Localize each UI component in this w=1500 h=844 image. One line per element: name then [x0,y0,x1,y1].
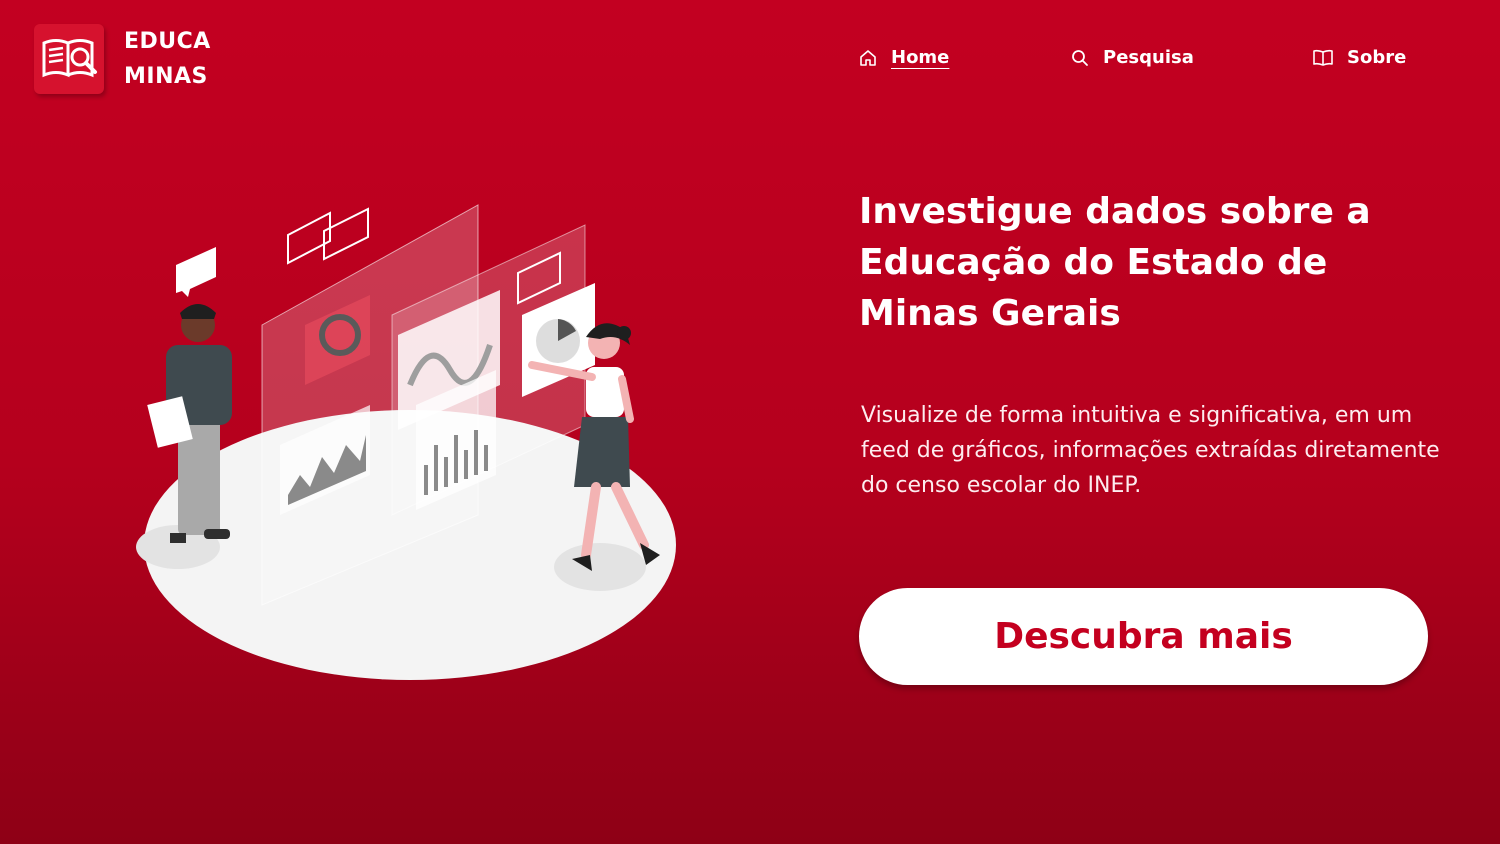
nav-label-sobre: Sobre [1347,47,1407,68]
search-icon [1072,49,1088,66]
book-icon [1313,49,1333,66]
descubra-mais-button[interactable]: Descubra mais [859,588,1428,685]
nav-item-home[interactable]: Home [859,47,949,68]
main-nav: Home Pesquisa Sobre [0,47,1500,73]
hero-title: Investigue dados sobre a Educação do Est… [859,191,1371,334]
home-icon [860,49,876,66]
nav-item-sobre[interactable]: Sobre [1313,47,1406,68]
data-analysis-illustration [136,204,676,680]
hero-description: Visualize de forma intuitiva e significa… [861,403,1440,498]
nav-item-pesquisa[interactable]: Pesquisa [1071,47,1194,68]
nav-label-home: Home [891,47,950,68]
nav-label-pesquisa: Pesquisa [1103,47,1194,68]
